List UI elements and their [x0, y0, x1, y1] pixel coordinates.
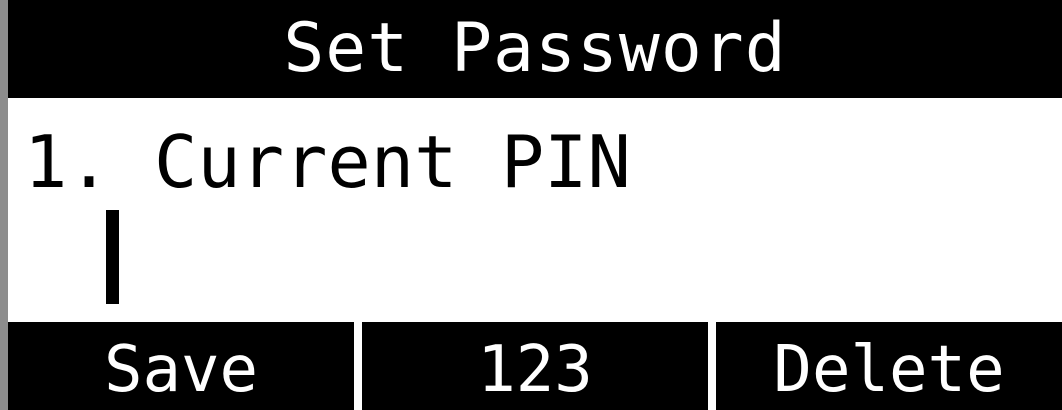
delete-button-label: Delete [773, 333, 1005, 407]
phone-screen: Set Password 1. Current PIN Save 123 Del… [0, 0, 1062, 410]
text-cursor [106, 210, 119, 304]
delete-button[interactable]: Delete [716, 322, 1062, 410]
page-title: Set Password [283, 9, 787, 88]
input-mode-button[interactable]: 123 [362, 322, 708, 410]
save-button-label: Save [103, 333, 259, 407]
current-pin-input[interactable] [94, 206, 814, 304]
password-form: 1. Current PIN [8, 98, 1062, 322]
input-mode-button-label: 123 [477, 333, 593, 407]
current-pin-label: 1. Current PIN [24, 120, 631, 204]
screen-left-edge [0, 0, 8, 410]
save-button[interactable]: Save [8, 322, 354, 410]
softkey-bar: Save 123 Delete [8, 322, 1062, 410]
title-bar: Set Password [8, 0, 1062, 98]
